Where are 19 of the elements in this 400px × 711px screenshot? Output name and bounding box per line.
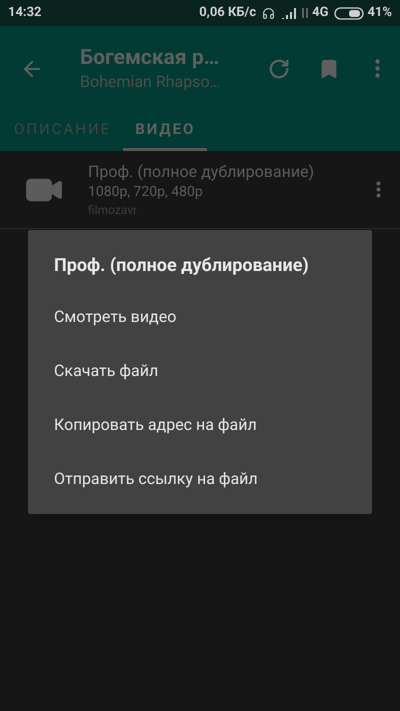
refresh-icon	[268, 58, 290, 80]
dialog-option[interactable]: Скачать файл	[28, 344, 372, 398]
battery-icon	[334, 6, 364, 20]
item-qualities: 1080p, 720p, 480p	[88, 183, 204, 202]
network-type: 4G	[312, 4, 328, 22]
dialog-option[interactable]: Смотреть видео	[28, 290, 372, 344]
dialog-title: Проф. (полное дублирование)	[53, 254, 310, 278]
more-icon	[376, 181, 380, 198]
more-icon	[374, 59, 380, 78]
clock: 14:32	[8, 4, 42, 22]
signal-icon	[281, 7, 298, 19]
dialog-option[interactable]: Отправить ссылку на файл	[28, 452, 372, 506]
toolbar-subtitle: Bohemian Rhapso…	[80, 70, 222, 92]
item-title: Проф. (полное дублирование)	[88, 161, 316, 182]
network-speed: 0,06 КБ/с	[199, 4, 256, 22]
dialog-option[interactable]: Копировать адрес на файл	[28, 398, 372, 452]
toolbar-title: Богемская р…	[80, 44, 220, 70]
battery-level: 41%	[367, 4, 392, 22]
headphones-icon	[262, 6, 276, 20]
